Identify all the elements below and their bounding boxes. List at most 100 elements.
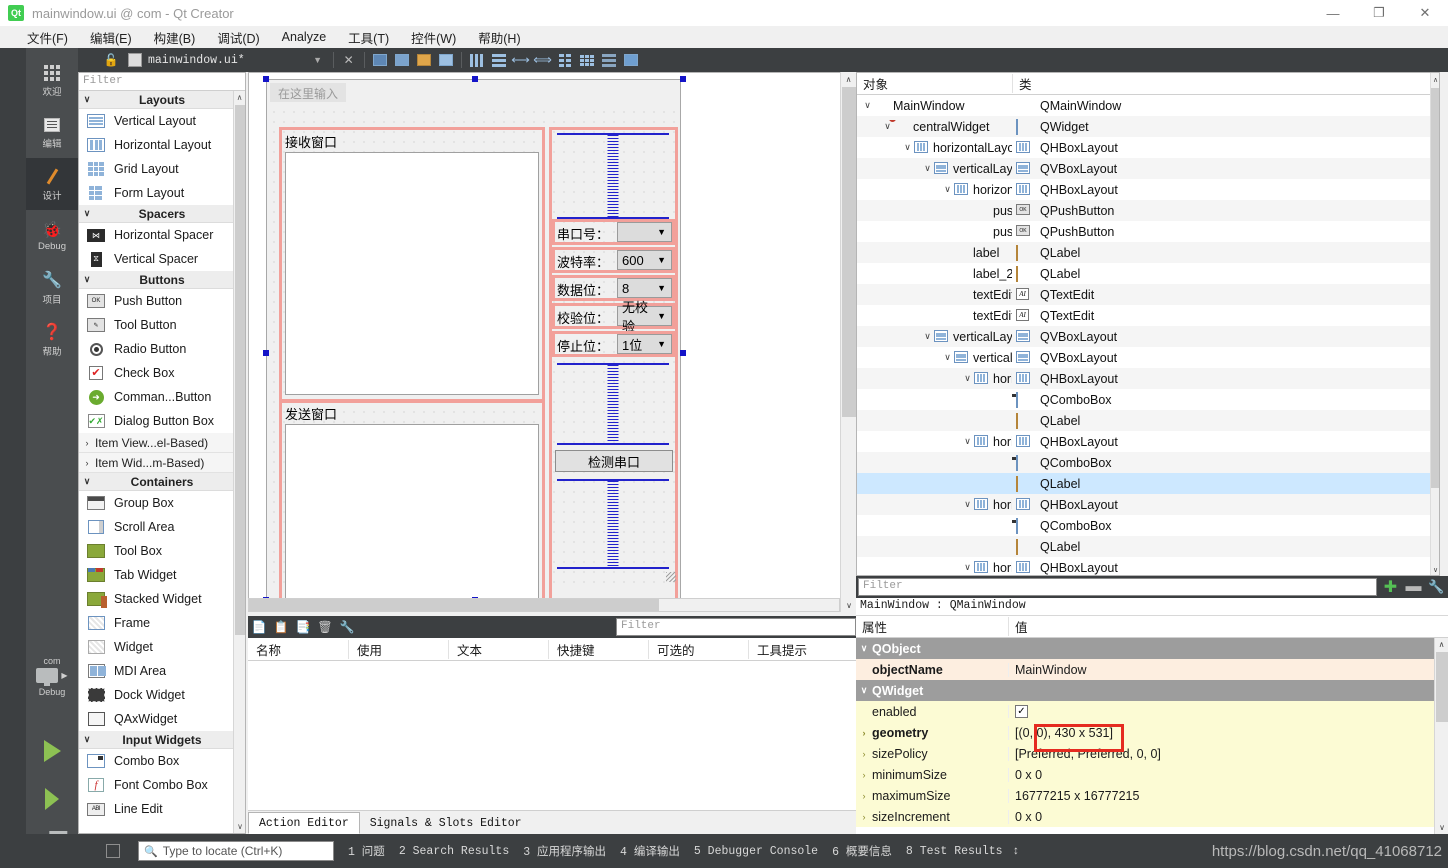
widget-item-frame[interactable]: Frame — [79, 611, 245, 635]
scroll-thumb[interactable] — [1436, 652, 1448, 722]
paste-action-icon[interactable]: 📑 — [292, 616, 314, 638]
configure-icon[interactable]: 🔧 — [336, 616, 358, 638]
edit-tab-order-icon[interactable] — [435, 49, 457, 71]
widget-item-line-edit[interactable]: ABI Line Edit — [79, 797, 245, 821]
open-file-chip[interactable]: mainwindow.ui* — [124, 49, 249, 71]
scroll-thumb[interactable] — [249, 599, 659, 611]
chevron-right-icon[interactable]: › — [856, 749, 872, 759]
maximize-button[interactable]: ❐ — [1356, 0, 1402, 26]
send-textedit[interactable] — [285, 424, 539, 611]
scroll-up-icon[interactable]: ∧ — [234, 91, 245, 104]
baud-combobox[interactable]: 600 ▼ — [617, 250, 672, 270]
edit-widgets-icon[interactable] — [369, 49, 391, 71]
chevron-down-icon[interactable]: ∨ — [941, 184, 954, 195]
object-tree-row[interactable]: ∨ horizontalLayout_6 QHBoxLayout — [857, 179, 1439, 200]
pane-general-messages[interactable]: 6 概要信息 — [832, 843, 892, 859]
property-row[interactable]: › sizeIncrement 0 x 0 — [856, 806, 1448, 827]
widget-item-tool-box[interactable]: Tool Box — [79, 539, 245, 563]
port-combobox[interactable]: ▼ — [617, 222, 672, 242]
object-tree-row[interactable]: ∨ centralWidget QWidget — [857, 116, 1439, 137]
receive-textedit[interactable] — [285, 152, 539, 395]
scroll-down-icon[interactable]: ∨ — [1435, 821, 1448, 834]
widget-category-item-views[interactable]: › Item View...el-Based) — [79, 433, 245, 453]
widget-item-horizontal-spacer[interactable]: ⋈ Horizontal Spacer — [79, 223, 245, 247]
object-tree-row[interactable]: ∨ verticalLayout QVBoxLayout — [857, 158, 1439, 179]
chevron-down-icon[interactable]: ∨ — [961, 562, 974, 573]
break-layout-icon[interactable] — [598, 49, 620, 71]
chevron-right-icon[interactable]: › — [856, 770, 872, 780]
object-tree-row[interactable]: pushButton OK QPushButton — [857, 200, 1439, 221]
pane-debugger-console[interactable]: 5 Debugger Console — [694, 845, 818, 858]
widget-category-layouts[interactable]: ∨ Layouts — [79, 91, 245, 109]
pane-issues[interactable]: 1 问题 — [348, 843, 385, 859]
pane-application-output[interactable]: 3 应用程序输出 — [523, 843, 606, 859]
widget-item-form-layout[interactable]: Form Layout — [79, 181, 245, 205]
menu-edit[interactable]: 编辑(E) — [79, 26, 143, 49]
widget-item-push-button[interactable]: OK Push Button — [79, 289, 245, 313]
object-tree-row[interactable]: ∨ horizontalLayout_3 QHBoxLayout — [857, 494, 1439, 515]
object-tree-row[interactable]: comboBox QComboBox — [857, 389, 1439, 410]
widget-item-stacked-widget[interactable]: Stacked Widget — [79, 587, 245, 611]
canvas-vertical-scrollbar[interactable]: ∧ ∨ — [840, 72, 856, 612]
widget-item-combo-box[interactable]: Combo Box — [79, 749, 245, 773]
unlock-icon[interactable]: 🔓 — [100, 49, 122, 71]
property-row[interactable]: › maximumSize 16777215 x 16777215 — [856, 785, 1448, 806]
object-tree-row[interactable]: textEdit AI QTextEdit — [857, 284, 1439, 305]
vertical-spacer-middle[interactable] — [557, 363, 669, 445]
minus-icon[interactable]: ▬ — [1402, 576, 1425, 598]
selection-handle-ml[interactable] — [263, 350, 269, 356]
property-value-cell[interactable]: 0 x 0 — [1008, 767, 1448, 782]
widget-category-item-widgets[interactable]: › Item Wid...m-Based) — [79, 453, 245, 473]
chevron-down-icon[interactable]: ∨ — [921, 331, 934, 342]
widget-item-vertical-layout[interactable]: Vertical Layout — [79, 109, 245, 133]
wrench-icon[interactable]: 🔧 — [1425, 576, 1448, 598]
mode-design[interactable]: 设计 — [26, 158, 78, 210]
chevron-down-icon[interactable]: ∨ — [861, 100, 874, 111]
object-tree-row[interactable]: comboBox_3 QComboBox — [857, 515, 1439, 536]
menu-analyze[interactable]: Analyze — [271, 28, 337, 46]
scroll-up-icon[interactable]: ∧ — [1435, 638, 1448, 651]
pane-search-results[interactable]: 2 Search Results — [399, 845, 509, 858]
widget-item-tab-widget[interactable]: Tab Widget — [79, 563, 245, 587]
copy-action-icon[interactable]: 📋 — [270, 616, 292, 638]
object-tree-row[interactable]: label_2 QLabel — [857, 263, 1439, 284]
chevron-down-icon[interactable]: ∨ — [921, 163, 934, 174]
parity-combobox[interactable]: 无校验 ▼ — [617, 300, 672, 334]
menubar-placeholder[interactable]: 在这里输入 — [270, 83, 347, 102]
scroll-up-icon[interactable]: ∧ — [841, 72, 856, 86]
widget-item-check-box[interactable]: ✔ Check Box — [79, 361, 245, 385]
property-row[interactable]: › sizePolicy [Preferred, Preferred, 0, 0] — [856, 743, 1448, 764]
menu-tools[interactable]: 工具(T) — [337, 26, 400, 49]
layout-splitter-v-icon[interactable]: ⟺ — [532, 49, 554, 71]
selection-handle-tr[interactable] — [680, 76, 686, 82]
new-action-icon[interactable]: 📄 — [248, 616, 270, 638]
adjust-size-icon[interactable] — [620, 49, 642, 71]
chevron-right-icon[interactable]: › — [856, 812, 872, 822]
chevron-down-icon[interactable]: ▼ — [307, 49, 329, 71]
scroll-thumb[interactable] — [1431, 88, 1439, 488]
object-tree-row[interactable]: textEdit_2 AI QTextEdit — [857, 305, 1439, 326]
property-row[interactable]: › minimumSize 0 x 0 — [856, 764, 1448, 785]
object-tree-row[interactable]: ∨ horizontalLayout QHBoxLayout — [857, 368, 1439, 389]
scroll-thumb[interactable] — [235, 105, 245, 635]
widget-item-horizontal-layout[interactable]: Horizontal Layout — [79, 133, 245, 157]
resize-grip-icon[interactable] — [666, 572, 676, 582]
pane-compile-output[interactable]: 4 编译输出 — [620, 843, 680, 859]
layout-vertical-icon[interactable] — [488, 49, 510, 71]
property-value-cell[interactable]: ✓ — [1008, 705, 1448, 718]
object-tree-row[interactable]: label QLabel — [857, 242, 1439, 263]
widget-item-tool-button[interactable]: ✎ Tool Button — [79, 313, 245, 337]
widget-item-widget[interactable]: Widget — [79, 635, 245, 659]
widget-item-dialog-button-box[interactable]: ✔✗ Dialog Button Box — [79, 409, 245, 433]
property-scrollbar[interactable]: ∧ ∨ — [1434, 638, 1448, 834]
menu-build[interactable]: 构建(B) — [143, 26, 207, 49]
object-tree-row[interactable]: ∨ MainWindow QMainWindow — [857, 95, 1439, 116]
object-tree-row[interactable]: ∨ verticalLayout_3 QVBoxLayout — [857, 326, 1439, 347]
object-tree-scrollbar[interactable]: ∧ ∨ — [1430, 73, 1439, 575]
property-row[interactable]: › geometry [(0, 0), 430 x 531] — [856, 722, 1448, 743]
enabled-checkbox[interactable]: ✓ — [1015, 705, 1028, 718]
object-tree-row[interactable]: ∨ horizontalLayout_7 QHBoxLayout — [857, 137, 1439, 158]
widget-box-scrollbar[interactable]: ∧ ∨ — [233, 91, 245, 833]
object-tree-row[interactable]: comboBox_2 QComboBox — [857, 452, 1439, 473]
widget-item-group-box[interactable]: Group Box — [79, 491, 245, 515]
